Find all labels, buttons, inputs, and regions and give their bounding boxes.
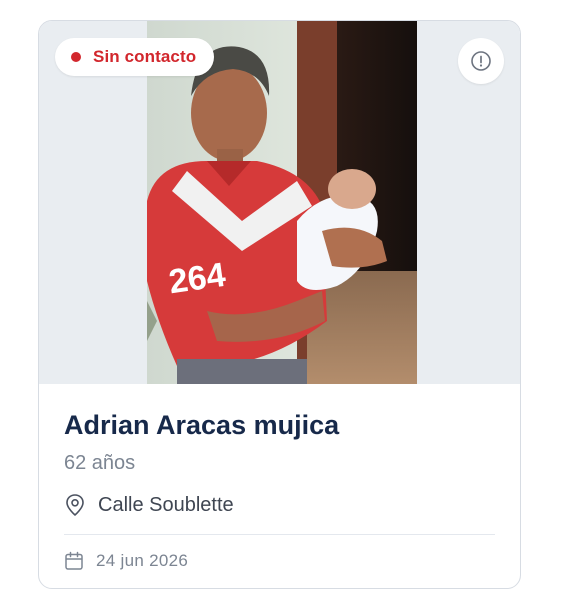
card-media: 264 Sin contacto (39, 21, 520, 384)
status-label: Sin contacto (93, 47, 197, 66)
person-name: Adrian Aracas mujica (64, 410, 340, 440)
card-body: Adrian Aracas mujica 62 años Calle Soubl… (64, 384, 495, 573)
person-card[interactable]: 264 Sin contacto Adrian Aracas mujica 62… (38, 20, 521, 589)
jersey-number: 264 (166, 256, 228, 302)
location-row: Calle Soublette (64, 492, 495, 518)
map-pin-icon (66, 494, 84, 516)
date-text: 24 jun 2026 (96, 551, 189, 570)
info-button[interactable] (458, 38, 504, 84)
calendar-icon (65, 551, 83, 570)
location-text: Calle Soublette (98, 493, 234, 516)
person-age: 62 años (64, 452, 136, 474)
status-badge: Sin contacto (55, 38, 215, 76)
divider (64, 534, 495, 535)
status-dot-icon (71, 52, 81, 62)
info-circle-icon (471, 51, 491, 71)
date-row: 24 jun 2026 (64, 549, 495, 573)
